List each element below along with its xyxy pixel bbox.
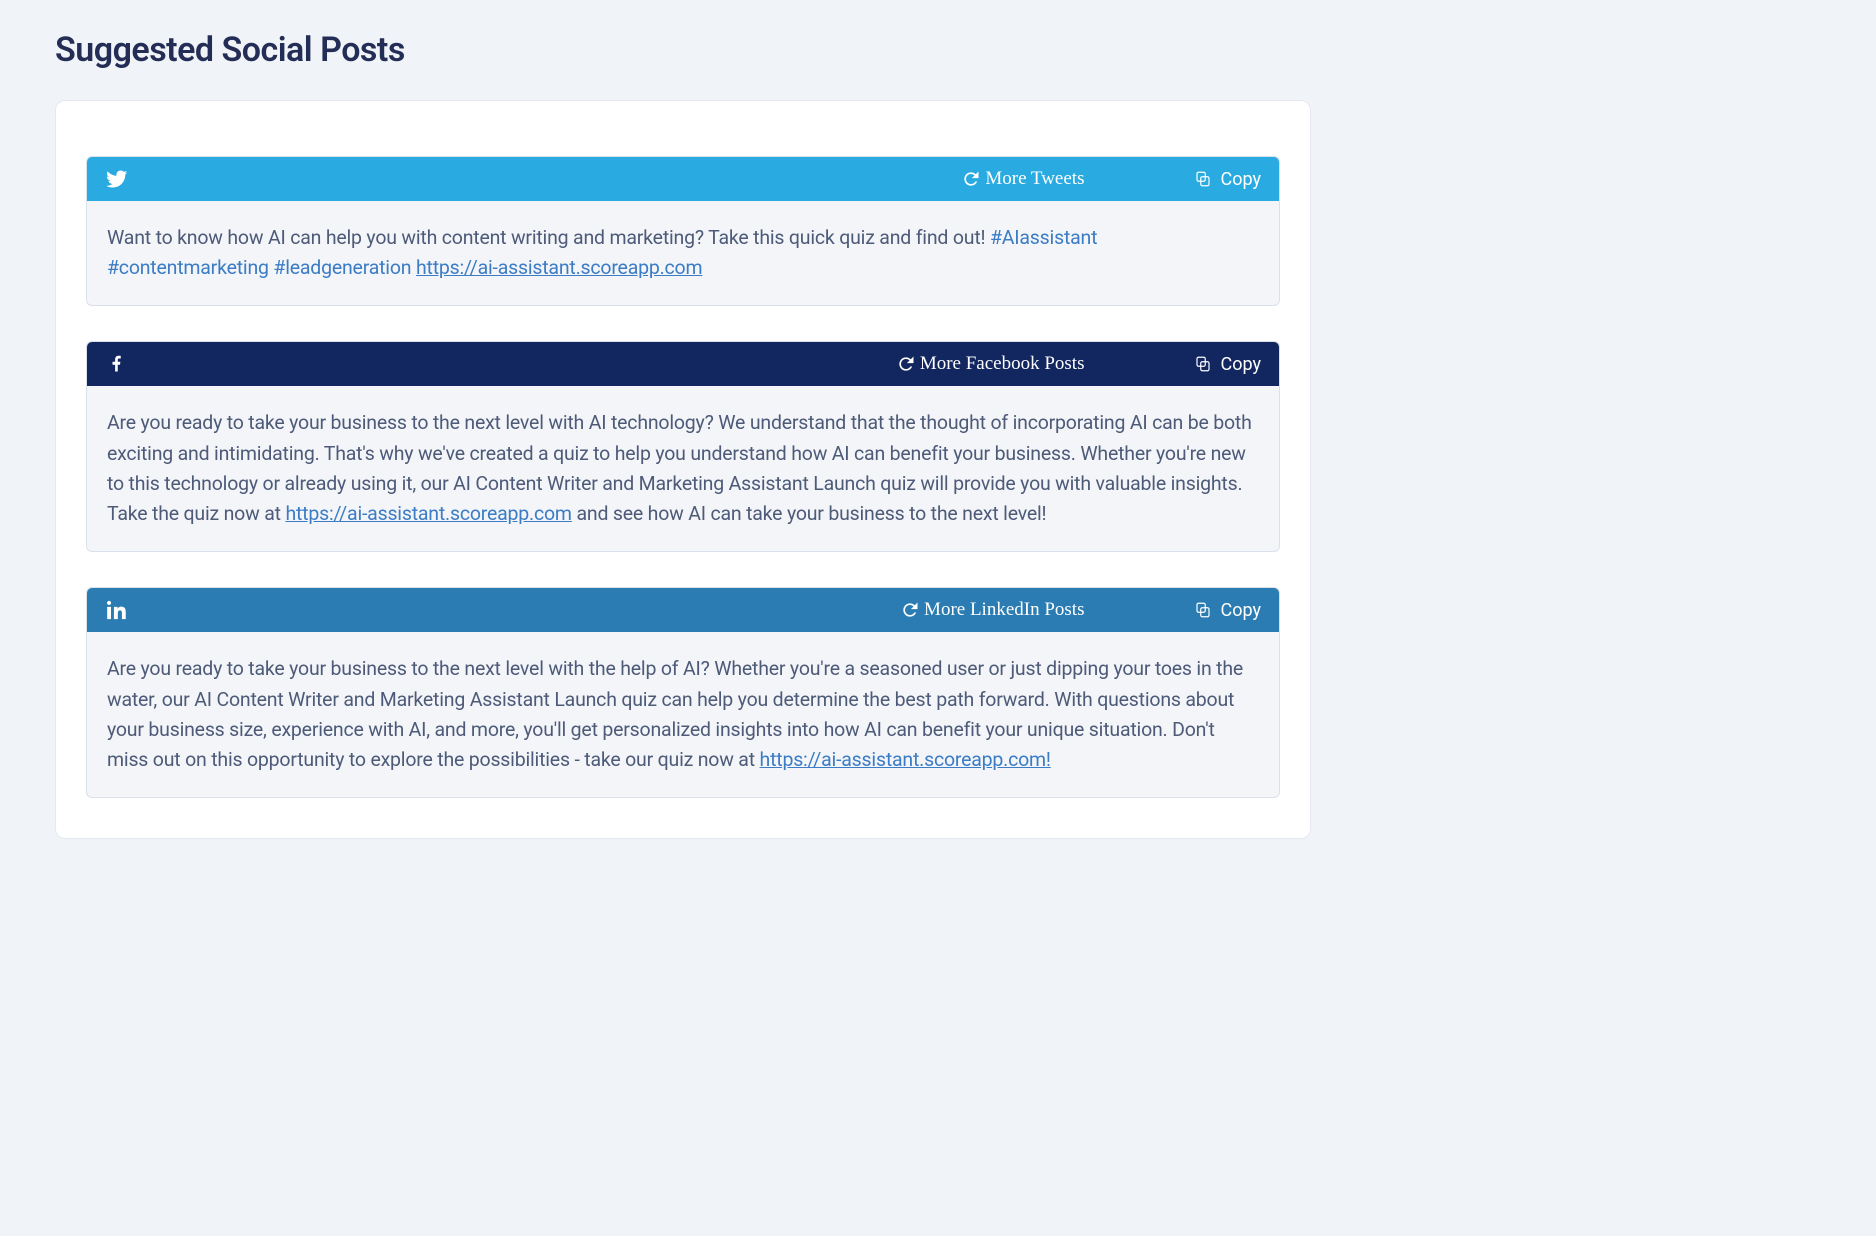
facebook-text-post: and see how AI can take your business to…: [572, 502, 1047, 525]
copy-icon: [1194, 355, 1212, 373]
copy-tweet-label: Copy: [1220, 169, 1261, 190]
refresh-icon: [961, 169, 981, 189]
twitter-body: Want to know how AI can help you with co…: [87, 201, 1279, 305]
linkedin-icon: [105, 598, 129, 622]
posts-card: More Tweets Copy Want to know how AI can…: [55, 100, 1311, 839]
more-facebook-label: More Facebook Posts: [920, 353, 1085, 375]
facebook-post: More Facebook Posts Copy Are you ready t…: [86, 341, 1280, 552]
facebook-body: Are you ready to take your business to t…: [87, 386, 1279, 551]
copy-icon: [1194, 170, 1212, 188]
twitter-header: More Tweets Copy: [87, 157, 1279, 201]
copy-tweet-button[interactable]: Copy: [1194, 169, 1261, 190]
refresh-icon: [896, 354, 916, 374]
more-facebook-button[interactable]: More Facebook Posts: [896, 353, 1085, 375]
copy-linkedin-button[interactable]: Copy: [1194, 600, 1261, 621]
twitter-link[interactable]: https://ai-assistant.scoreapp.com: [416, 256, 702, 279]
page-title: Suggested Social Posts: [55, 30, 1311, 70]
linkedin-header: More LinkedIn Posts Copy: [87, 588, 1279, 632]
facebook-link[interactable]: https://ai-assistant.scoreapp.com: [285, 502, 571, 525]
more-tweets-label: More Tweets: [985, 168, 1084, 190]
copy-icon: [1194, 601, 1212, 619]
twitter-icon: [105, 167, 129, 191]
refresh-icon: [900, 600, 920, 620]
more-linkedin-button[interactable]: More LinkedIn Posts: [900, 599, 1084, 621]
facebook-header: More Facebook Posts Copy: [87, 342, 1279, 386]
facebook-icon: [105, 352, 129, 376]
copy-linkedin-label: Copy: [1220, 600, 1261, 621]
linkedin-link[interactable]: https://ai-assistant.scoreapp.com!: [760, 748, 1051, 771]
more-linkedin-label: More LinkedIn Posts: [924, 599, 1084, 621]
more-tweets-button[interactable]: More Tweets: [961, 168, 1084, 190]
twitter-text-pre: Want to know how AI can help you with co…: [107, 226, 990, 249]
twitter-post: More Tweets Copy Want to know how AI can…: [86, 156, 1280, 306]
copy-facebook-label: Copy: [1220, 354, 1261, 375]
linkedin-text-pre: Are you ready to take your business to t…: [107, 657, 1243, 771]
linkedin-body: Are you ready to take your business to t…: [87, 632, 1279, 797]
linkedin-post: More LinkedIn Posts Copy Are you ready t…: [86, 587, 1280, 798]
copy-facebook-button[interactable]: Copy: [1194, 354, 1261, 375]
